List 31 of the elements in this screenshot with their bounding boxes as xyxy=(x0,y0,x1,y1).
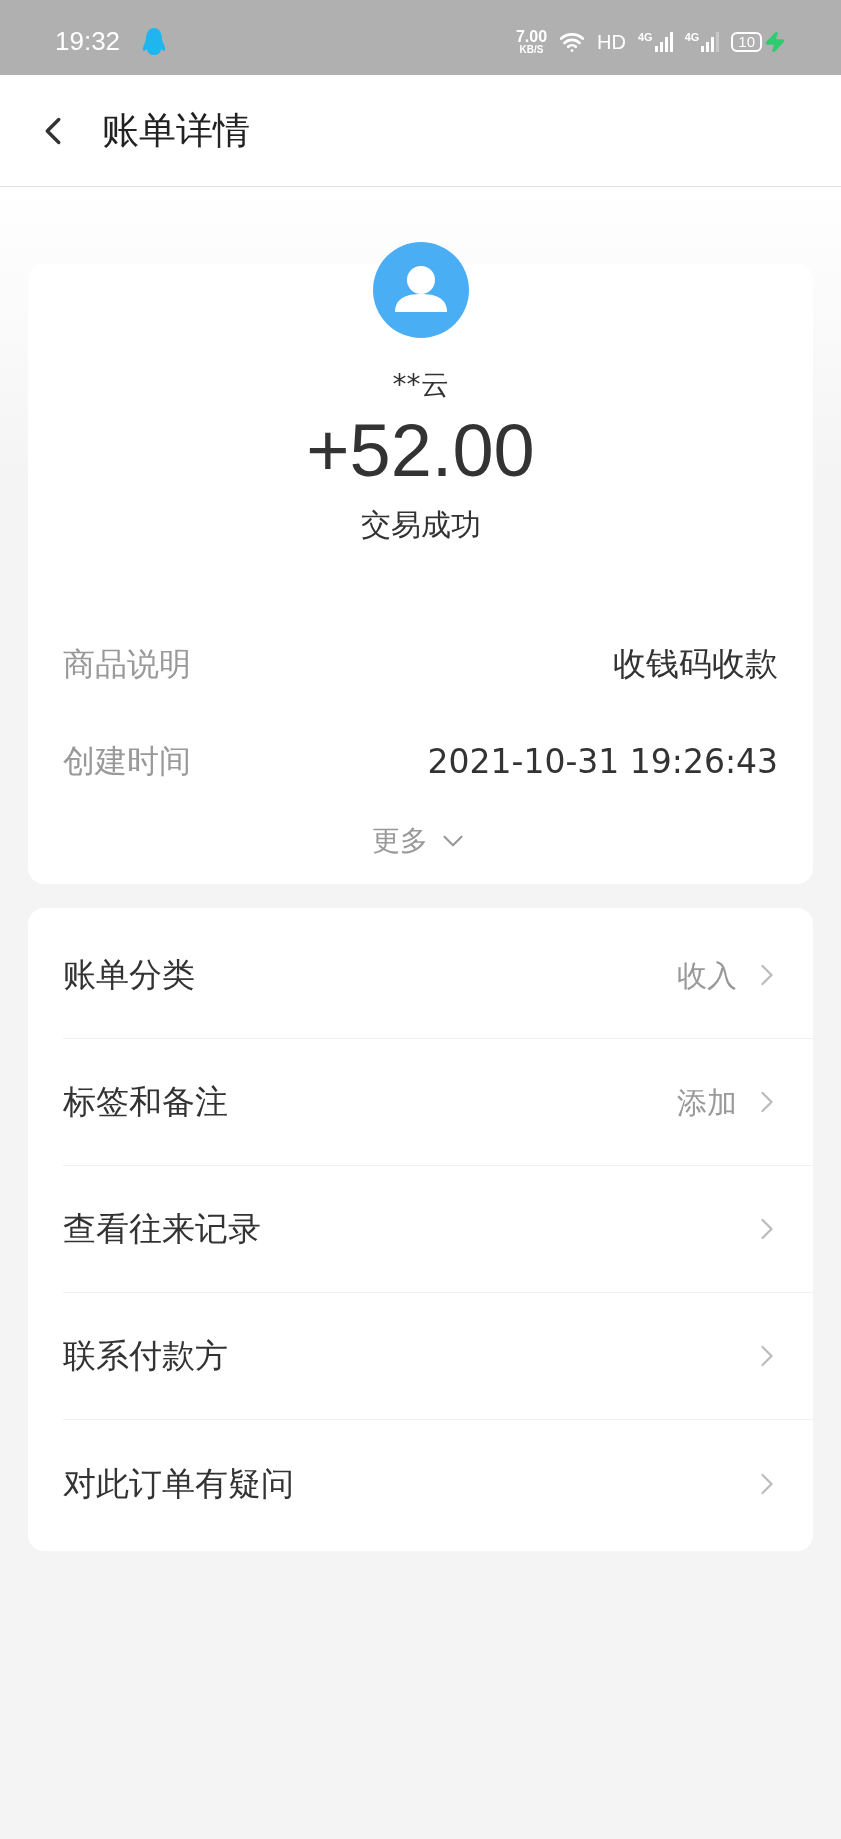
menu-item[interactable]: 标签和备注 添加 xyxy=(63,1039,813,1166)
menu-label: 账单分类 xyxy=(63,954,195,997)
menu-value: 收入 xyxy=(677,956,737,995)
menu-label: 对此订单有疑问 xyxy=(63,1462,294,1505)
transaction-status: 交易成功 xyxy=(360,506,481,544)
menu-label: 联系付款方 xyxy=(63,1335,228,1378)
menu-item[interactable]: 查看往来记录 xyxy=(63,1166,813,1293)
menu-item[interactable]: 对此订单有疑问 xyxy=(63,1420,813,1547)
detail-value: 2021-10-31 19:26:43 xyxy=(427,740,778,783)
charging-icon xyxy=(764,30,786,53)
menu-label: 查看往来记录 xyxy=(63,1208,261,1251)
menu-item[interactable]: 账单分类 收入 xyxy=(63,912,813,1039)
menu-item[interactable]: 联系付款方 xyxy=(63,1293,813,1420)
page-title: 账单详情 xyxy=(102,107,250,154)
penguin-icon xyxy=(142,26,167,57)
payer-name: **云 xyxy=(392,367,449,403)
speed-unit: KB/S xyxy=(519,44,544,55)
amount: +52.00 xyxy=(306,408,535,494)
signal-icon xyxy=(701,31,720,52)
network-type: 4G xyxy=(684,31,700,43)
detail-value: 收钱码收款 xyxy=(613,643,778,685)
signal-icon xyxy=(654,31,673,52)
network-type: 4G xyxy=(637,31,653,43)
hd-label: HD xyxy=(597,29,626,55)
menu-value: 添加 xyxy=(677,1083,737,1122)
clock: 19:32 xyxy=(55,25,121,58)
network-speed: 7.00 xyxy=(515,28,548,45)
detail-label: 创建时间 xyxy=(63,741,191,783)
menu-label: 标签和备注 xyxy=(63,1081,228,1124)
battery-icon: 10 xyxy=(731,31,762,52)
detail-label: 商品说明 xyxy=(63,643,191,685)
